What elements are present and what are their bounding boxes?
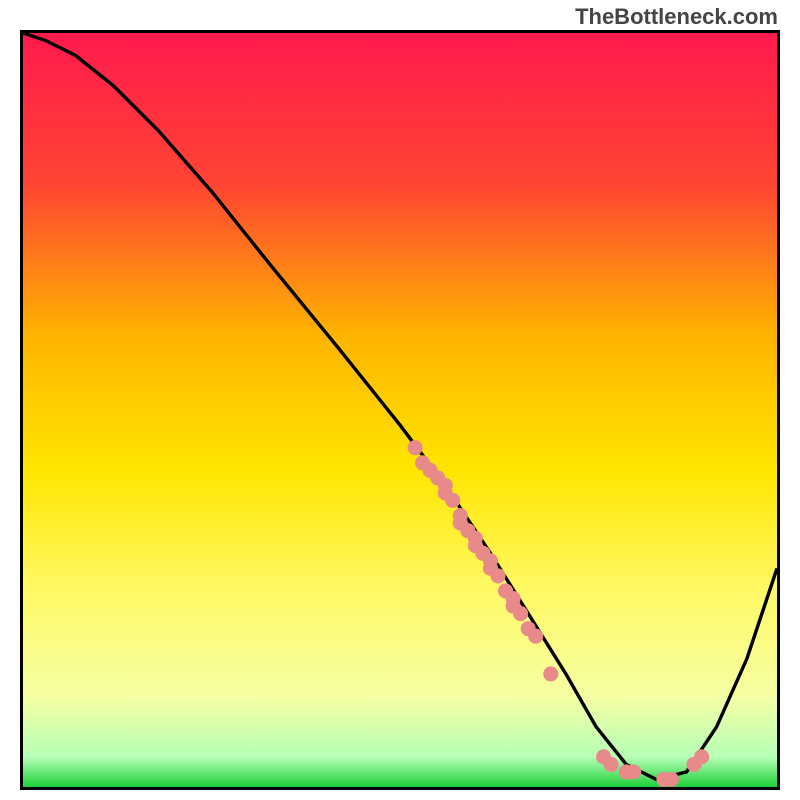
scatter-point — [694, 749, 709, 764]
plot-frame — [20, 30, 780, 790]
scatter-point — [528, 629, 543, 644]
watermark-text: TheBottleneck.com — [575, 4, 778, 30]
scatter-markers — [408, 440, 710, 787]
scatter-point — [445, 493, 460, 508]
curve-line — [23, 33, 777, 779]
plot-svg — [23, 33, 777, 787]
scatter-point — [626, 764, 641, 779]
scatter-point — [513, 606, 528, 621]
scatter-point — [408, 440, 423, 455]
scatter-point — [543, 666, 558, 681]
scatter-point — [490, 568, 505, 583]
scatter-point — [604, 757, 619, 772]
scatter-point — [664, 772, 679, 787]
scatter-point — [483, 553, 498, 568]
